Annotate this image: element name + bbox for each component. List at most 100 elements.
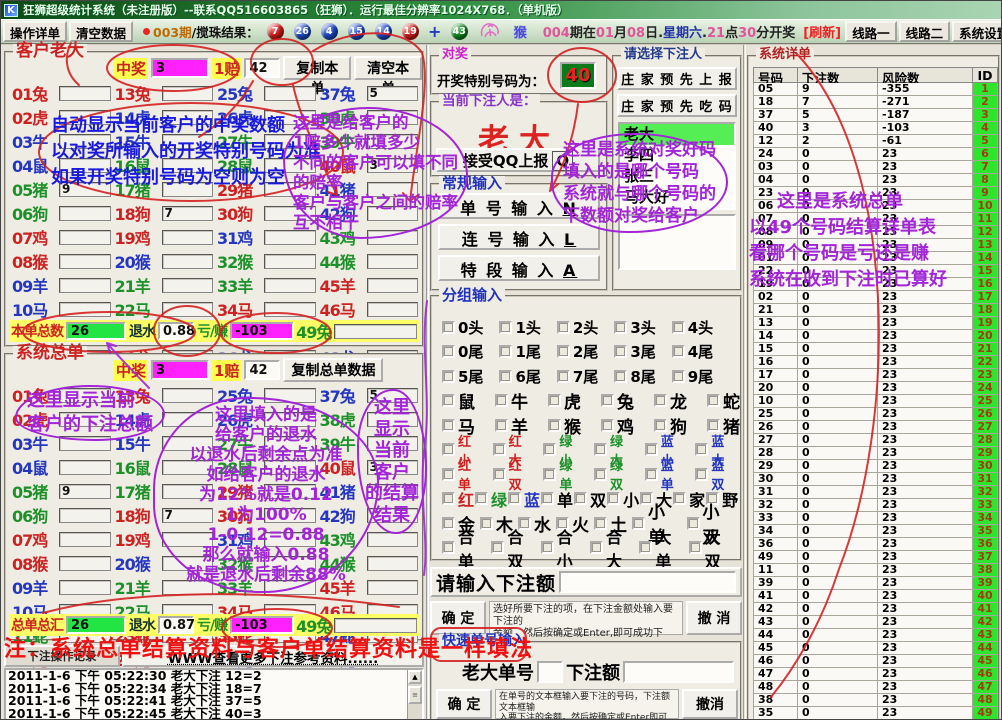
- regular-input-button[interactable]: 连 号 输 入 L: [438, 224, 600, 250]
- bet-amount-input[interactable]: [59, 230, 111, 245]
- bet-amount-input[interactable]: 7: [162, 508, 214, 523]
- bet-amount-input[interactable]: [367, 182, 419, 197]
- group-checkbox-2尾[interactable]: 2尾: [557, 341, 598, 362]
- quick-number-input[interactable]: [537, 661, 563, 683]
- group-checkbox-大单[interactable]: 大单: [639, 524, 686, 572]
- bet-amount-input[interactable]: [59, 460, 111, 475]
- regular-input-button[interactable]: 特 段 输 入 A: [438, 255, 600, 281]
- copy-sheet-button[interactable]: 复制本单: [283, 56, 351, 80]
- group-checkbox-7尾[interactable]: 7尾: [557, 366, 598, 387]
- bet-amount-input[interactable]: [162, 230, 214, 245]
- bet-amount-input[interactable]: 5: [367, 86, 419, 101]
- bet-amount-input[interactable]: [162, 556, 214, 571]
- bet-log-tab[interactable]: 下注操作记录: [4, 645, 120, 667]
- bet-amount-input[interactable]: [59, 436, 111, 451]
- bettor-list-item[interactable]: 老大: [620, 124, 734, 145]
- bet-amount-input[interactable]: [162, 86, 214, 101]
- bet-amount-input[interactable]: [162, 134, 214, 149]
- bet-amount-input[interactable]: 9: [59, 182, 111, 197]
- bet-amount-input[interactable]: [367, 484, 419, 499]
- group-checkbox-4头[interactable]: 4头: [672, 317, 713, 338]
- scroll-thumb[interactable]: ≡: [408, 686, 422, 704]
- settings-button[interactable]: 系统设置: [952, 21, 1002, 42]
- group-checkbox-合双[interactable]: 合双: [491, 524, 538, 572]
- bet-amount-input[interactable]: [162, 302, 214, 317]
- group-checkbox-3尾[interactable]: 3尾: [614, 341, 655, 362]
- confirm-bet-button[interactable]: 确 定: [430, 601, 486, 635]
- bet-amount-input[interactable]: [367, 580, 419, 595]
- bet-amount-input[interactable]: [264, 278, 316, 293]
- bet-amount-input[interactable]: [59, 302, 111, 317]
- line2-button[interactable]: 线路二: [899, 21, 951, 42]
- bet-amount-input[interactable]: [162, 484, 214, 499]
- bet-amount-input[interactable]: [367, 532, 419, 547]
- bet-amount-input[interactable]: [334, 618, 417, 633]
- bet-amount-input[interactable]: [59, 580, 111, 595]
- bet-amount-input[interactable]: [264, 436, 316, 451]
- win-amount-field[interactable]: 3: [151, 58, 209, 78]
- group-checkbox-9尾[interactable]: 9尾: [672, 366, 713, 387]
- bet-amount-input[interactable]: [264, 388, 316, 403]
- group-checkbox-虎[interactable]: 虎: [548, 388, 581, 413]
- bet-amount-input[interactable]: [59, 278, 111, 293]
- group-checkbox-牛[interactable]: 牛: [495, 388, 528, 413]
- group-checkbox-蓝[interactable]: 蓝: [508, 487, 540, 511]
- bet-amount-input[interactable]: [162, 388, 214, 403]
- bet-amount-input[interactable]: [367, 436, 419, 451]
- bet-amount-input[interactable]: [59, 556, 111, 571]
- bettor-list-item[interactable]: 马大好: [620, 187, 734, 208]
- group-checkbox-2头[interactable]: 2头: [557, 317, 598, 338]
- bet-amount-input[interactable]: [367, 508, 419, 523]
- group-checkbox-合单[interactable]: 合单: [442, 524, 489, 572]
- banker-pre-report-button[interactable]: 庄 家 预 先 上 报: [617, 67, 737, 90]
- clear-sheet-button[interactable]: 清空本单: [354, 56, 422, 80]
- group-checkbox-单[interactable]: 单: [541, 487, 573, 511]
- more-info-button[interactable]: WWW查看更多下注参考资料......: [122, 645, 424, 667]
- rebate-field[interactable]: 0.87: [158, 616, 194, 634]
- bet-amount-input[interactable]: [162, 110, 214, 125]
- quick-cancel-button[interactable]: 撤消: [682, 689, 738, 719]
- bet-amount-input[interactable]: [59, 388, 111, 403]
- bettor-list-item[interactable]: 张三: [620, 166, 734, 187]
- bet-amount-input[interactable]: [264, 158, 316, 173]
- bet-amount-input[interactable]: [367, 278, 419, 293]
- bet-amount-input[interactable]: [367, 302, 419, 317]
- bet-amount-input[interactable]: [367, 134, 419, 149]
- group-checkbox-1头[interactable]: 1头: [499, 317, 540, 338]
- bet-amount-input[interactable]: [59, 206, 111, 221]
- log-scrollbar[interactable]: ▲ ≡: [407, 670, 422, 719]
- bet-amount-input[interactable]: [59, 412, 111, 427]
- bettor-list-item[interactable]: 李四: [620, 145, 734, 166]
- odds-field[interactable]: 42: [244, 58, 280, 78]
- bet-amount-input[interactable]: [162, 278, 214, 293]
- group-checkbox-6尾[interactable]: 6尾: [499, 366, 540, 387]
- win-amount-field[interactable]: 3: [151, 360, 209, 380]
- bet-amount-input[interactable]: [162, 532, 214, 547]
- bet-amount-input[interactable]: [162, 460, 214, 475]
- bet-amount-input[interactable]: [264, 230, 316, 245]
- group-checkbox-红[interactable]: 红: [442, 487, 474, 511]
- bet-amount-input[interactable]: [264, 532, 316, 547]
- bet-amount-input[interactable]: [264, 110, 316, 125]
- bet-amount-input[interactable]: [264, 206, 316, 221]
- bet-amount-input[interactable]: [264, 484, 316, 499]
- bet-amount-input[interactable]: [59, 254, 111, 269]
- copy-total-button[interactable]: 复制总单数据: [283, 358, 383, 382]
- group-checkbox-0头[interactable]: 0头: [442, 317, 483, 338]
- special-number-field[interactable]: 40: [560, 62, 596, 89]
- bet-amount-main-input[interactable]: [559, 571, 736, 593]
- bet-amount-input[interactable]: [264, 254, 316, 269]
- bet-amount-input[interactable]: [264, 182, 316, 197]
- bet-amount-input[interactable]: 3: [367, 158, 419, 173]
- operation-detail-button[interactable]: 操作详单: [3, 21, 67, 42]
- group-checkbox-鼠[interactable]: 鼠: [442, 388, 475, 413]
- odds-field[interactable]: 42: [244, 360, 280, 380]
- bet-amount-input[interactable]: [59, 110, 111, 125]
- bet-amount-input[interactable]: [264, 556, 316, 571]
- group-checkbox-绿[interactable]: 绿: [475, 487, 507, 511]
- bet-amount-input[interactable]: [367, 556, 419, 571]
- bet-amount-input[interactable]: [367, 110, 419, 125]
- group-checkbox-1尾[interactable]: 1尾: [499, 341, 540, 362]
- bet-amount-input[interactable]: 9: [59, 484, 111, 499]
- bet-amount-input[interactable]: [264, 508, 316, 523]
